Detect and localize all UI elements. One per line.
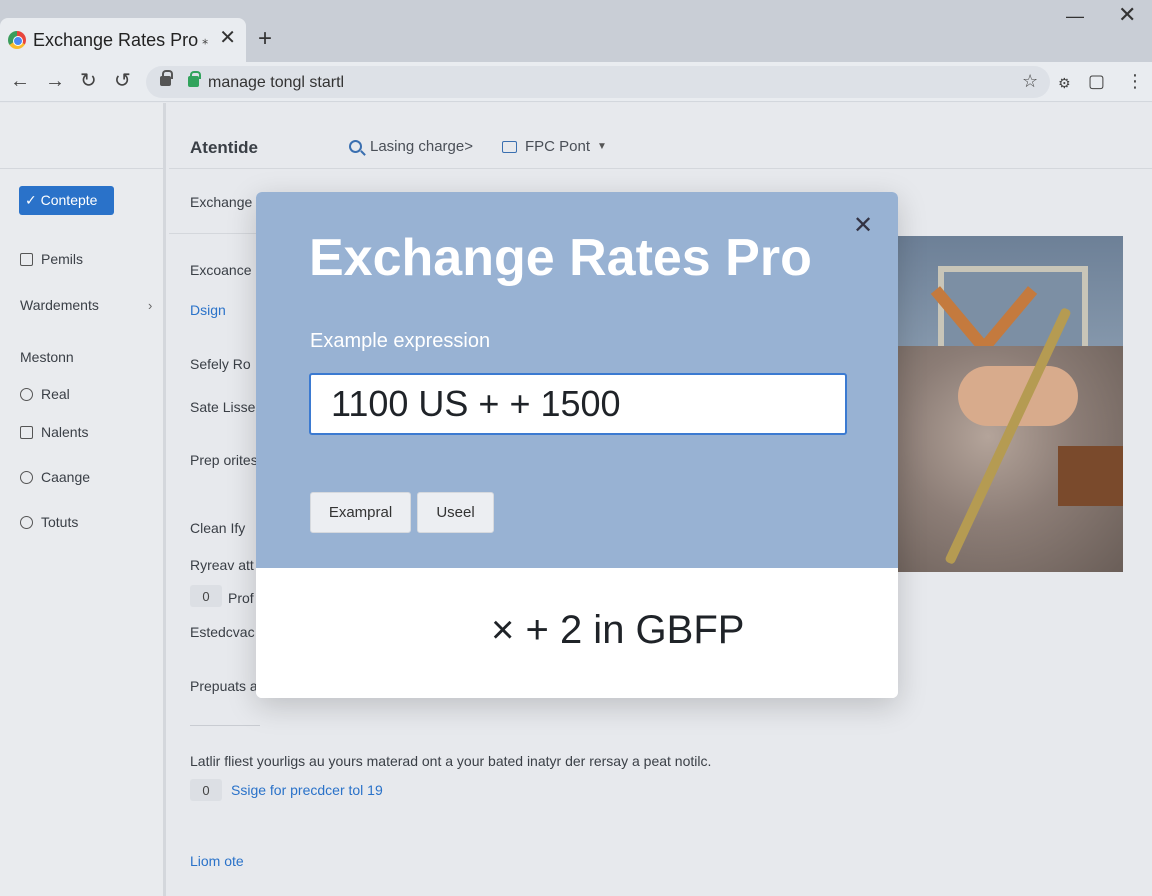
list-item: Sefely Ro [190,356,251,372]
sidebar-divider [0,168,166,169]
new-tab-button[interactable]: + [258,26,272,52]
header-search-label: Lasing charge> [370,138,473,155]
modal-header: ✕ Exchange Rates Pro Example expression … [256,192,898,568]
sidebar-heading: Mestonn [20,349,74,365]
header-divider [169,168,1152,169]
forward-icon[interactable]: → [45,69,65,93]
sidebar-item-label: Nalents [41,424,89,440]
example-button[interactable]: Exampral [310,492,411,533]
sidebar-item-real[interactable]: Real [20,386,70,402]
browser-tab-bar: Exchange Rates Pro ⁎ ✕ + — ✕ [0,0,1152,62]
expression-input[interactable] [309,373,847,435]
minimize-icon[interactable]: — [1066,6,1084,27]
sidebar-item-caange[interactable]: Caange [20,469,90,485]
sidebar-item-pemils[interactable]: Pemils [20,251,83,267]
sidebar: ✓ Contepte Pemils Wardements › Mestonn R… [0,103,166,896]
list-item: Prepuats a [190,678,258,694]
list-item: Prep orites [190,452,258,468]
sidebar-item-totuts[interactable]: Totuts [20,514,78,530]
result-text: × + 2 in GBFP [491,608,745,652]
address-bar[interactable]: manage tongl startl [146,66,1050,98]
reload-icon[interactable]: ↻ [80,69,97,93]
footer-link[interactable]: Ssige for precdcer tol 19 [231,782,383,798]
document-icon [20,252,33,266]
modal-title: Exchange Rates Pro [309,229,812,287]
list-item: Sate Lisse [190,399,256,415]
result-panel: × + 2 in GBFP [256,568,898,698]
list-item: Prof [228,590,254,606]
list-item: Clean Ify [190,520,246,536]
browser-toolbar: ← → ↻ ↺ manage tongl startl ☆ ⚙ ▢ ⋮ [0,62,1152,102]
lock-icon [160,70,173,86]
sidebar-item-label: Real [41,386,70,402]
section-divider [169,233,259,234]
count-badge: 0 [190,779,222,801]
window-close-icon[interactable]: ✕ [1118,2,1136,28]
sidebar-item-nalents[interactable]: Nalents [20,424,88,440]
secure-icon [188,71,201,87]
menu-icon[interactable]: ⋮ [1126,70,1144,92]
tab-title: Exchange Rates Pro [33,29,199,50]
tab-pin-icon: ⁎ [202,33,209,47]
sidepanel-icon[interactable]: ▢ [1088,70,1105,92]
useel-button[interactable]: Useel [417,492,494,533]
sidebar-item-label: Caange [41,469,91,485]
refresh-icon[interactable]: ↺ [114,69,131,93]
contepte-button[interactable]: ✓ Contepte [19,186,114,215]
url-text: manage tongl startl [208,74,345,91]
hero-photo [898,236,1123,572]
font-dropdown[interactable]: FPC Pont ▼ [502,138,607,155]
pin-icon [20,515,33,529]
sidebar-item-wardements[interactable]: Wardements [20,297,99,313]
clock-icon [20,387,33,401]
exchange-modal: ✕ Exchange Rates Pro Example expression … [256,192,898,698]
page-title: Atentide [190,138,258,157]
back-icon[interactable]: ← [10,69,30,93]
sidebar-item-label: Wardements [20,297,99,313]
search-icon [349,140,362,153]
extension-icon[interactable]: ⚙ [1058,72,1071,94]
list-item: Estedcvac [190,624,255,640]
list-icon [20,425,33,439]
chevron-down-icon: ▼ [597,141,607,152]
font-dropdown-label: FPC Pont [525,138,591,155]
photo-cabinet [1058,446,1123,506]
font-icon [502,140,517,153]
change-icon [20,470,33,484]
favicon-icon [8,31,26,49]
chevron-right-icon: › [148,298,153,313]
close-icon[interactable]: ✕ [853,214,873,238]
count-badge: 0 [190,585,222,607]
sidebar-item-label: Pemils [41,251,84,267]
list-item: Excoance [190,262,252,278]
footer-text: Latlir fliest yourligs au yours materad … [190,753,712,769]
header-search[interactable]: Lasing charge> [349,138,473,155]
exchange-label: Exchange [190,194,253,210]
bottom-link[interactable]: Liom ote [190,853,244,869]
star-icon[interactable]: ☆ [1022,70,1038,92]
browser-tab[interactable]: Exchange Rates Pro ⁎ ✕ [0,18,246,62]
close-tab-icon[interactable]: ✕ [219,28,236,48]
expression-label: Example expression [310,330,491,352]
list-item: Ryreav att [190,557,254,573]
content-divider [190,725,260,726]
design-link[interactable]: Dsign [190,302,226,318]
sidebar-item-label: Totuts [41,514,79,530]
